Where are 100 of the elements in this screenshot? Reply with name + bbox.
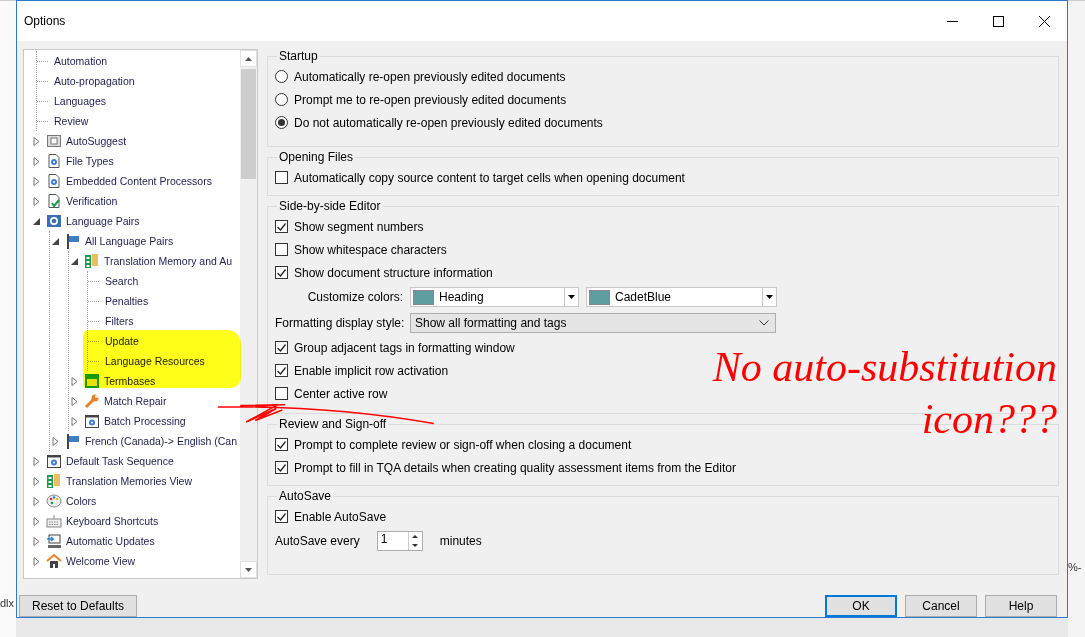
tree-item[interactable]: Automation	[54, 55, 108, 67]
field-label: Customize colors:	[306, 290, 403, 304]
gear-document-icon	[46, 173, 62, 189]
group-title: Side-by-side Editor	[278, 199, 382, 213]
scroll-thumb[interactable]	[241, 69, 256, 179]
tree-item[interactable]: Language Resources	[105, 355, 205, 367]
radio-label: Do not automatically re-open previously edited documents	[294, 115, 603, 130]
columns-icon	[84, 253, 100, 269]
close-icon	[1038, 15, 1050, 27]
checkbox[interactable]	[275, 387, 288, 400]
flag-icon	[65, 433, 81, 449]
tree-item[interactable]: Embedded Content Processors	[66, 175, 212, 187]
collapsed-arrow-icon[interactable]	[70, 396, 79, 406]
tree-item[interactable]: Filters	[105, 315, 134, 327]
computer-icon	[46, 533, 62, 549]
tree-item[interactable]: Verification	[66, 195, 118, 207]
number-field[interactable]: 1	[376, 531, 423, 551]
checkbox-label: Enable implicit row activation	[294, 363, 449, 378]
checkbox-label: Prompt to fill in TQA details when creating quality assessment items from the Editor	[294, 460, 736, 475]
expanded-arrow-icon[interactable]	[70, 256, 79, 266]
tree-item[interactable]: Welcome View	[66, 555, 136, 567]
field-label: Formatting display style:	[275, 316, 403, 330]
collapsed-arrow-icon[interactable]	[70, 376, 79, 386]
radio-button[interactable]	[275, 93, 288, 106]
collapsed-arrow-icon[interactable]	[32, 496, 41, 506]
collapsed-arrow-icon[interactable]	[70, 416, 79, 426]
tree-item[interactable]: Auto-propagation	[54, 75, 135, 87]
collapsed-arrow-icon[interactable]	[32, 136, 41, 146]
collapsed-arrow-icon[interactable]	[32, 196, 41, 206]
collapsed-arrow-icon[interactable]	[32, 476, 41, 486]
tree-item[interactable]: French (Canada)-> English (Can	[85, 435, 238, 447]
caret-icon	[568, 295, 575, 299]
checked-document-icon	[46, 193, 62, 209]
columns-icon	[46, 473, 62, 489]
collapsed-arrow-icon[interactable]	[32, 516, 41, 526]
checkbox-label: Show document structure information	[294, 265, 493, 280]
house-icon	[46, 553, 62, 569]
checkbox[interactable]	[275, 220, 288, 233]
color-dropdown[interactable]: CadetBlue	[586, 287, 777, 307]
tree-item[interactable]: File Types	[66, 155, 114, 167]
background-text: %-	[1068, 561, 1083, 573]
tree-item[interactable]: Keyboard Shortcuts	[66, 515, 159, 527]
tree-item[interactable]: AutoSuggest	[66, 135, 127, 147]
tree-item[interactable]: Translation Memories View	[66, 475, 193, 487]
reset-button[interactable]: Reset to Defaults	[19, 595, 137, 617]
color-dropdown[interactable]: Heading	[410, 287, 579, 307]
style-dropdown[interactable]: Show all formatting and tags	[410, 313, 776, 333]
tree-item[interactable]: Colors	[66, 495, 97, 507]
scrollbar[interactable]	[240, 50, 257, 578]
gear-window-icon	[46, 453, 62, 469]
checkbox[interactable]	[275, 364, 288, 377]
scroll-up-icon[interactable]	[245, 56, 252, 61]
tree-item[interactable]: Languages	[54, 95, 106, 107]
expanded-arrow-icon[interactable]	[51, 236, 60, 246]
palette-icon	[46, 493, 62, 509]
checkbox[interactable]	[275, 438, 288, 451]
keyboard-icon	[46, 513, 62, 529]
caret-icon	[766, 295, 773, 299]
tree-item[interactable]: Default Task Sequence	[66, 455, 174, 467]
collapsed-arrow-icon[interactable]	[32, 176, 41, 186]
tree-item[interactable]: Language Pairs	[66, 215, 140, 227]
tree-item[interactable]: Automatic Updates	[66, 535, 155, 547]
collapsed-arrow-icon[interactable]	[32, 456, 41, 466]
group-title: Opening Files	[278, 150, 355, 164]
tree-item[interactable]: Translation Memory and Au	[104, 255, 232, 267]
checkbox[interactable]	[275, 341, 288, 354]
radio-label: Automatically re-open previously edited documents	[294, 69, 566, 84]
chevron-icon	[759, 320, 769, 326]
checkbox[interactable]	[275, 510, 288, 523]
dialog-button[interactable]: Cancel	[905, 595, 977, 617]
checkbox[interactable]	[275, 461, 288, 474]
square-icon	[46, 133, 62, 149]
tree-item[interactable]: Penalties	[105, 295, 149, 307]
radio-button[interactable]	[275, 70, 288, 83]
collapsed-arrow-icon[interactable]	[51, 436, 60, 446]
checkbox[interactable]	[275, 266, 288, 279]
collapsed-arrow-icon[interactable]	[32, 536, 41, 546]
expanded-arrow-icon[interactable]	[32, 216, 41, 226]
radio-button[interactable]	[275, 116, 288, 129]
collapsed-arrow-icon[interactable]	[32, 556, 41, 566]
checkbox[interactable]	[275, 171, 288, 184]
scroll-down-icon[interactable]	[245, 567, 252, 572]
checkbox-label: Show segment numbers	[294, 219, 424, 234]
dialog-button[interactable]: OK	[825, 595, 897, 617]
tree-item[interactable]: Review	[54, 115, 89, 127]
tree-item[interactable]: Termbases	[104, 375, 156, 387]
window-title: Options	[24, 14, 67, 28]
gear-document-icon	[46, 153, 62, 169]
radio-label: Prompt me to re-open previously edited documents	[294, 92, 567, 107]
dialog-button[interactable]: Help	[985, 595, 1057, 617]
group-title: Review and Sign-off	[278, 417, 388, 431]
tree-item[interactable]: Update	[105, 335, 139, 347]
checkbox-label: Prompt to complete review or sign-off when closing a document	[294, 437, 632, 452]
tree-item[interactable]: Match Repair	[104, 395, 167, 407]
checkbox-label: Center active row	[294, 386, 388, 401]
tree-item[interactable]: Search	[105, 275, 139, 287]
tree-item[interactable]: Batch Processing	[104, 415, 186, 427]
checkbox[interactable]	[275, 243, 288, 256]
collapsed-arrow-icon[interactable]	[32, 156, 41, 166]
tree-item[interactable]: All Language Pairs	[85, 235, 174, 247]
